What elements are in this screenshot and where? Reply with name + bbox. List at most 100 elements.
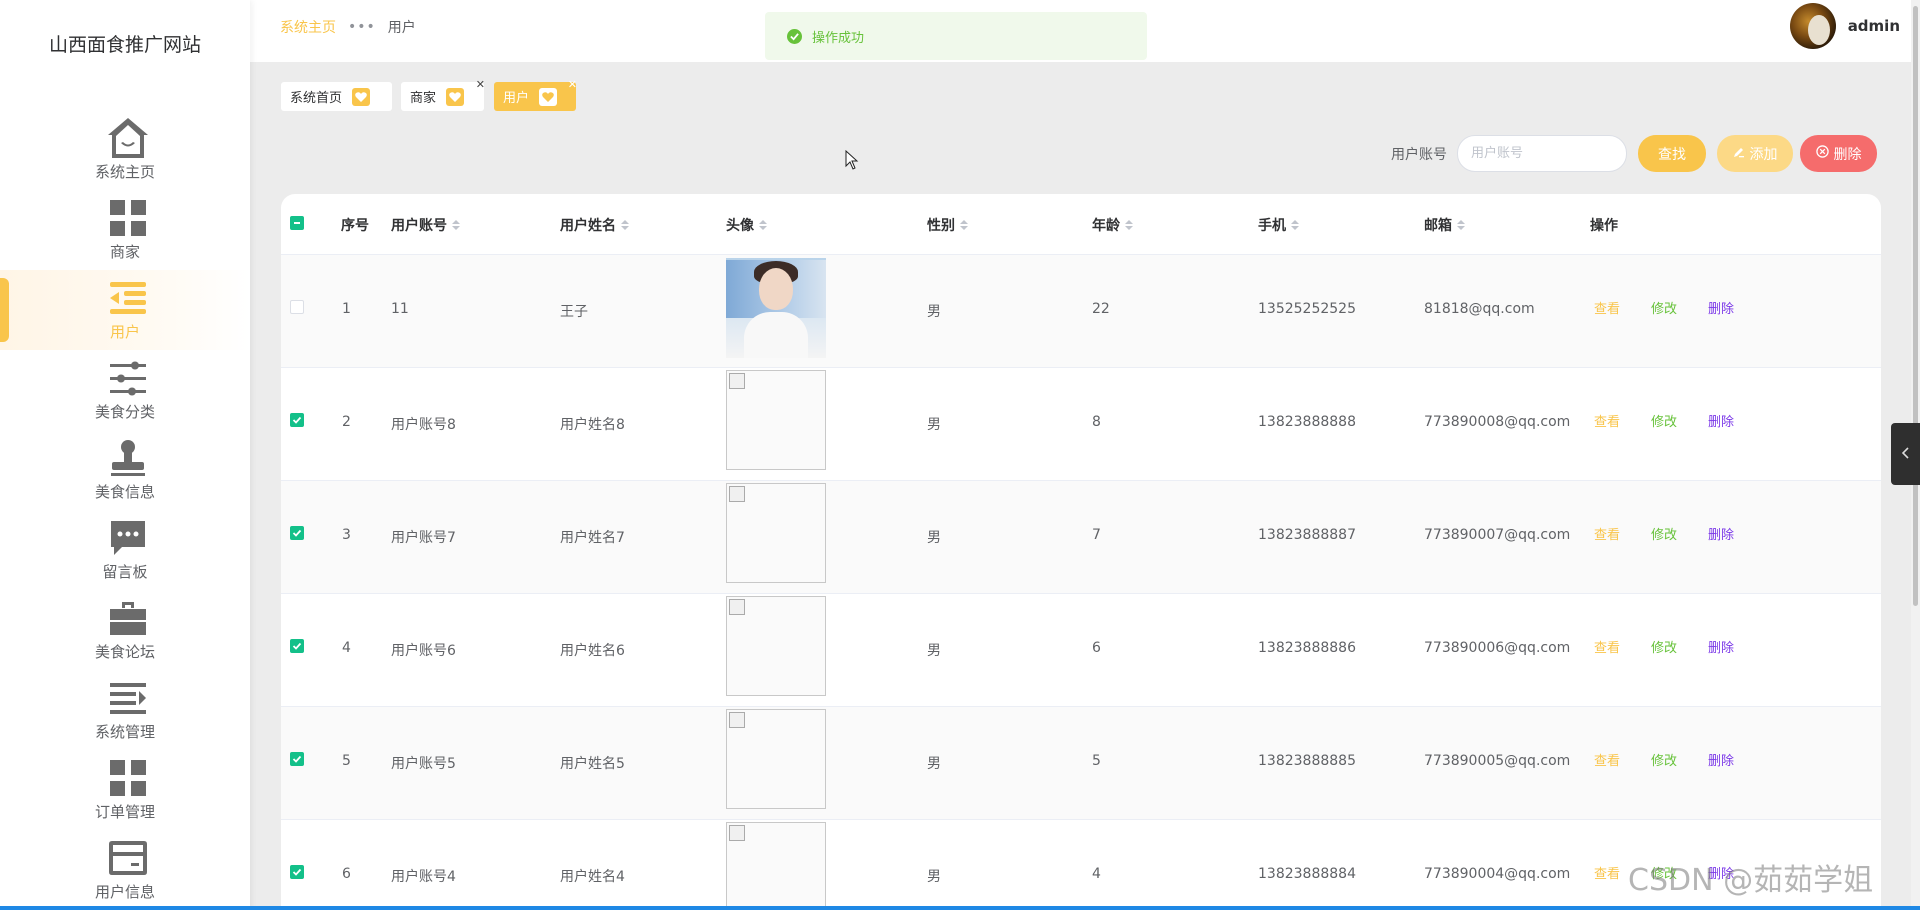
cell-age: 6 bbox=[1092, 640, 1101, 656]
tab-merchant[interactable]: 商家 ✕ bbox=[401, 78, 485, 111]
row-checkbox[interactable] bbox=[290, 413, 304, 427]
batch-delete-button[interactable]: 删除 bbox=[1800, 135, 1877, 172]
view-link[interactable]: 查看 bbox=[1594, 863, 1620, 882]
search-button[interactable]: 查找 bbox=[1638, 135, 1706, 172]
table-header: 序号 用户账号 用户姓名 头像 性别 年龄 手机 邮箱 操作 bbox=[281, 194, 1881, 254]
delete-link[interactable]: 删除 bbox=[1708, 637, 1734, 656]
add-button-label: 添加 bbox=[1749, 146, 1778, 163]
sidebar-item-food-category[interactable]: 美食分类 bbox=[0, 350, 250, 430]
broken-image-icon bbox=[729, 599, 745, 615]
cell-email: 81818@qq.com bbox=[1424, 301, 1535, 317]
sort-icon[interactable] bbox=[452, 220, 460, 230]
edit-link[interactable]: 修改 bbox=[1651, 637, 1677, 656]
tab-system-home[interactable]: 系统首页 bbox=[281, 82, 392, 111]
cell-age: 5 bbox=[1092, 753, 1101, 769]
success-toast: 操作成功 bbox=[765, 12, 1147, 60]
toast-message: 操作成功 bbox=[812, 30, 865, 46]
cell-phone: 13823888888 bbox=[1258, 414, 1356, 430]
sidebar-item-food-info[interactable]: 美食信息 bbox=[0, 430, 250, 510]
view-link[interactable]: 查看 bbox=[1594, 637, 1620, 656]
search-input[interactable] bbox=[1457, 135, 1627, 172]
row-checkbox[interactable] bbox=[290, 865, 304, 879]
view-link[interactable]: 查看 bbox=[1594, 411, 1620, 430]
view-link[interactable]: 查看 bbox=[1594, 524, 1620, 543]
close-icon[interactable]: ✕ bbox=[568, 78, 577, 91]
column-header-avatar[interactable]: 头像 bbox=[726, 215, 767, 235]
view-link[interactable]: 查看 bbox=[1594, 298, 1620, 317]
tab-user[interactable]: 用户 ✕ bbox=[494, 78, 577, 111]
row-checkbox[interactable] bbox=[290, 639, 304, 653]
sidebar-item-label: 美食信息 bbox=[94, 483, 155, 501]
cell-age: 7 bbox=[1092, 527, 1101, 543]
breadcrumb-current: 用户 bbox=[387, 20, 416, 36]
edit-link[interactable]: 修改 bbox=[1651, 298, 1677, 317]
delete-button-label: 删除 bbox=[1833, 146, 1862, 163]
cell-phone: 13823888884 bbox=[1258, 866, 1356, 882]
add-button[interactable]: 添加 bbox=[1717, 135, 1793, 172]
row-checkbox[interactable] bbox=[290, 752, 304, 766]
cell-gender: 男 bbox=[927, 304, 941, 320]
side-panel-toggle[interactable] bbox=[1891, 423, 1920, 485]
sort-icon[interactable] bbox=[1125, 220, 1133, 230]
cell-index: 5 bbox=[342, 753, 351, 769]
cell-index: 3 bbox=[342, 527, 351, 543]
chevron-left-icon bbox=[1901, 445, 1911, 464]
sort-icon[interactable] bbox=[1457, 220, 1465, 230]
table-row: 3 用户账号7 用户姓名7 男 7 13823888887 773890007@qq.com… bbox=[281, 480, 1881, 593]
column-header-age[interactable]: 年龄 bbox=[1092, 215, 1133, 235]
grid-icon bbox=[105, 755, 151, 801]
column-header-account[interactable]: 用户账号 bbox=[391, 215, 460, 235]
row-checkbox[interactable] bbox=[290, 526, 304, 540]
edit-link[interactable]: 修改 bbox=[1651, 524, 1677, 543]
delete-link[interactable]: 删除 bbox=[1708, 750, 1734, 769]
sidebar-item-system-manage[interactable]: 系统管理 bbox=[0, 670, 250, 750]
briefcase-icon bbox=[105, 595, 151, 641]
column-header-phone[interactable]: 手机 bbox=[1258, 215, 1299, 235]
tab-label: 用户 bbox=[503, 91, 530, 106]
scrollbar-thumb[interactable] bbox=[1913, 6, 1918, 606]
cell-phone: 13525252525 bbox=[1258, 301, 1356, 317]
pen-icon bbox=[1733, 146, 1745, 162]
sidebar-item-label: 订单管理 bbox=[94, 803, 155, 821]
sidebar-item-merchant[interactable]: 商家 bbox=[0, 190, 250, 270]
avatar-image-broken bbox=[726, 370, 826, 470]
avatar[interactable] bbox=[1789, 3, 1836, 49]
breadcrumb-home-link[interactable]: 系统主页 bbox=[280, 17, 336, 37]
table-row: 2 用户账号8 用户姓名8 男 8 13823888888 773890008@qq.com… bbox=[281, 367, 1881, 480]
column-header-name[interactable]: 用户姓名 bbox=[560, 215, 629, 235]
sidebar-item-home[interactable]: 系统主页 bbox=[0, 110, 250, 190]
column-header-email[interactable]: 邮箱 bbox=[1424, 215, 1465, 235]
broken-image-icon bbox=[729, 486, 745, 502]
cell-name: 用户姓名7 bbox=[560, 530, 625, 546]
sidebar-item-food-forum[interactable]: 美食论坛 bbox=[0, 590, 250, 670]
avatar-image-broken bbox=[726, 596, 826, 696]
tag-heart-icon bbox=[446, 87, 465, 106]
username[interactable]: admin bbox=[1848, 17, 1900, 35]
sidebar-item-order-manage[interactable]: 订单管理 bbox=[0, 750, 250, 830]
select-all-checkbox[interactable] bbox=[290, 216, 304, 230]
sort-icon[interactable] bbox=[621, 220, 629, 230]
delete-link[interactable]: 删除 bbox=[1708, 411, 1734, 430]
delete-link[interactable]: 删除 bbox=[1708, 524, 1734, 543]
row-checkbox[interactable] bbox=[290, 300, 304, 314]
search-label: 用户账号 bbox=[1391, 147, 1447, 163]
sidebar-item-user-info[interactable]: 用户信息 bbox=[0, 830, 250, 910]
cell-name: 用户姓名6 bbox=[560, 643, 625, 659]
sidebar-item-user[interactable]: 用户 bbox=[0, 270, 250, 350]
user-menu[interactable]: admin bbox=[1789, 3, 1900, 49]
edit-link[interactable]: 修改 bbox=[1651, 411, 1677, 430]
table-row: 4 用户账号6 用户姓名6 男 6 13823888886 773890006@qq.com… bbox=[281, 593, 1881, 706]
cell-email: 773890005@qq.com bbox=[1424, 753, 1571, 769]
sort-icon[interactable] bbox=[1291, 220, 1299, 230]
view-link[interactable]: 查看 bbox=[1594, 750, 1620, 769]
column-header-gender[interactable]: 性别 bbox=[927, 215, 968, 235]
edit-link[interactable]: 修改 bbox=[1651, 750, 1677, 769]
sidebar-item-label: 美食分类 bbox=[94, 403, 155, 421]
sidebar-item-message-board[interactable]: 留言板 bbox=[0, 510, 250, 590]
table-row: 5 用户账号5 用户姓名5 男 5 13823888885 773890005@qq.com… bbox=[281, 706, 1881, 819]
cell-phone: 13823888885 bbox=[1258, 753, 1356, 769]
close-icon[interactable]: ✕ bbox=[476, 78, 485, 91]
delete-link[interactable]: 删除 bbox=[1708, 298, 1734, 317]
sort-icon[interactable] bbox=[960, 220, 968, 230]
sort-icon[interactable] bbox=[759, 220, 767, 230]
